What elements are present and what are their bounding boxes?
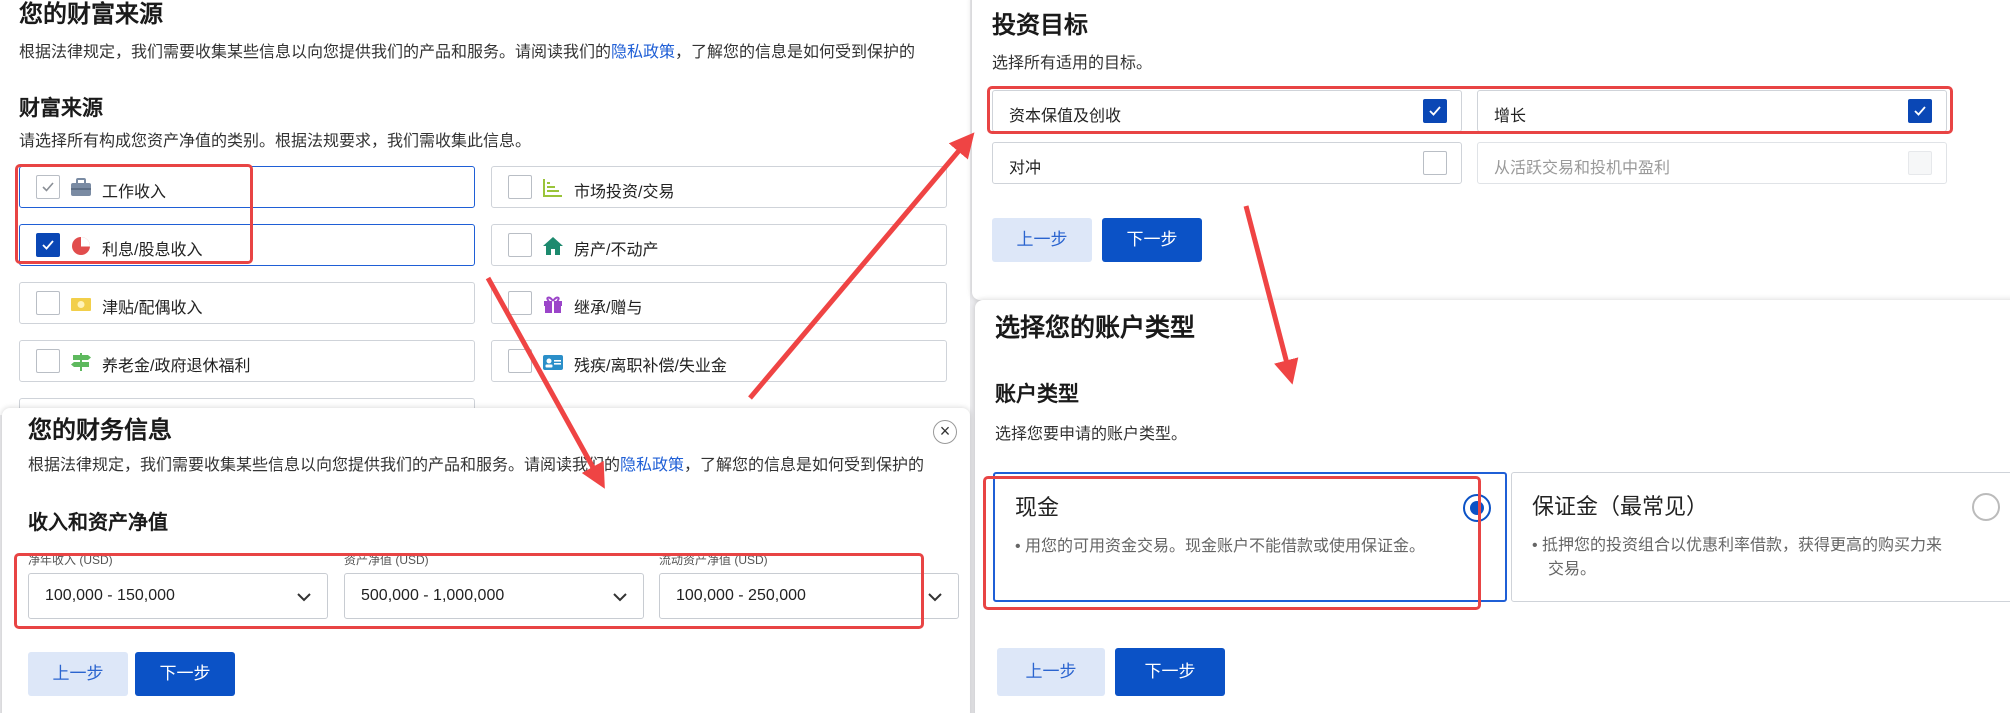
arrow-to-goals <box>748 132 975 400</box>
arrow-to-account <box>1243 205 1299 385</box>
arrow-to-financial <box>485 276 605 489</box>
annotation-arrows <box>485 132 1299 489</box>
